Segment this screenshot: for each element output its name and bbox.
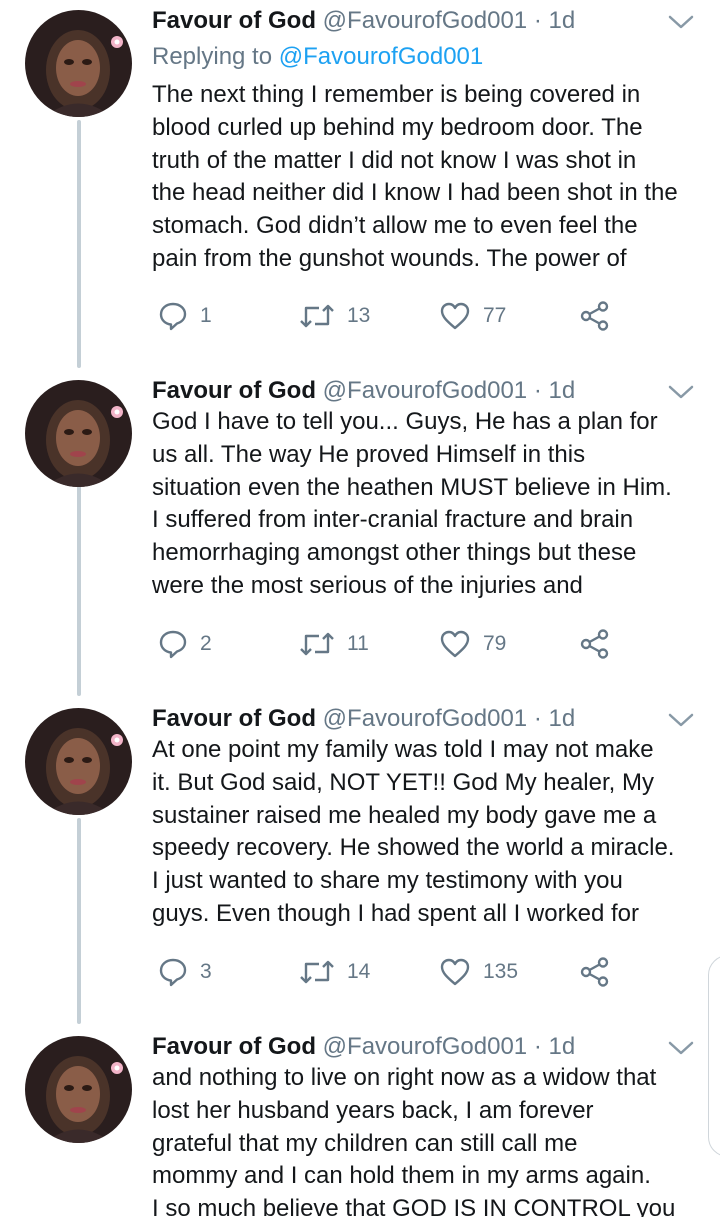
author-handle[interactable]: @FavourofGod001 xyxy=(323,377,527,404)
replying-to-link[interactable]: @FavourofGod001 xyxy=(279,43,483,70)
reply-icon xyxy=(159,630,187,659)
like-count: 135 xyxy=(483,960,519,983)
action-bar: 1 13 77 xyxy=(152,296,712,336)
retweet-count: 14 xyxy=(347,960,371,983)
side-scroll-handle[interactable] xyxy=(708,955,720,1157)
author-name[interactable]: Favour of God xyxy=(152,705,316,732)
share-icon xyxy=(580,957,609,987)
heart-icon xyxy=(440,630,470,658)
retweet-count: 13 xyxy=(347,304,371,327)
timestamp[interactable]: 1d xyxy=(549,705,576,732)
like-button[interactable]: 135 xyxy=(439,952,518,992)
reply-count: 2 xyxy=(200,632,212,655)
like-button[interactable]: 79 xyxy=(439,624,506,664)
avatar[interactable] xyxy=(25,380,132,487)
action-bar: 2 11 79 xyxy=(152,624,712,664)
retweet-button[interactable]: 14 xyxy=(299,952,370,992)
author-name[interactable]: Favour of God xyxy=(152,7,316,34)
tweet-header: Favour of God @FavourofGod001 · 1d xyxy=(152,374,575,408)
timestamp[interactable]: 1d xyxy=(549,1036,576,1060)
tweet[interactable]: Favour of God @FavourofGod001 · 1d At on… xyxy=(0,705,720,1036)
like-count: 79 xyxy=(483,632,507,655)
timestamp[interactable]: 1d xyxy=(549,7,576,34)
like-button[interactable]: 77 xyxy=(439,296,506,336)
author-handle[interactable]: @FavourofGod001 xyxy=(323,705,527,732)
avatar[interactable] xyxy=(25,708,132,815)
tweet-text: At one point my family was told I may no… xyxy=(152,736,675,927)
retweet-icon xyxy=(300,304,334,328)
tweet-text: The next thing I remember is being cover… xyxy=(152,81,678,272)
reply-button[interactable]: 3 xyxy=(158,952,212,992)
separator-dot: · xyxy=(533,7,542,34)
separator-dot: · xyxy=(533,705,542,732)
heart-icon xyxy=(440,958,470,986)
chevron-down-icon[interactable] xyxy=(666,710,696,730)
heart-icon xyxy=(440,302,470,330)
chevron-down-icon[interactable] xyxy=(666,12,696,32)
reply-icon xyxy=(159,958,187,987)
retweet-count: 11 xyxy=(347,632,369,655)
separator-dot: · xyxy=(533,1036,542,1060)
tweet[interactable]: Favour of God @FavourofGod001 · 1d God I… xyxy=(0,377,720,708)
retweet-button[interactable]: 13 xyxy=(299,296,370,336)
tweet-header: Favour of God @FavourofGod001 · 1d xyxy=(152,4,575,38)
tweet-header: Favour of God @FavourofGod001 · 1d xyxy=(152,1036,575,1064)
reply-button[interactable]: 1 xyxy=(158,296,212,336)
share-button[interactable] xyxy=(579,296,611,336)
retweet-icon xyxy=(300,960,334,984)
author-name[interactable]: Favour of God xyxy=(152,377,316,404)
tweet-header: Favour of God @FavourofGod001 · 1d xyxy=(152,702,575,736)
share-icon xyxy=(580,629,609,659)
chevron-down-icon[interactable] xyxy=(666,382,696,402)
tweet[interactable]: Favour of God @FavourofGod001 · 1d and n… xyxy=(0,1036,720,1217)
share-icon xyxy=(580,301,609,331)
reply-count: 1 xyxy=(200,304,212,327)
tweet[interactable]: Favour of God @FavourofGod001 · 1d Reply… xyxy=(0,7,720,338)
action-bar: 3 14 135 xyxy=(152,952,712,992)
replying-to-label: Replying to xyxy=(152,43,273,70)
chevron-down-icon[interactable] xyxy=(666,1038,696,1058)
author-handle[interactable]: @FavourofGod001 xyxy=(323,1036,527,1060)
author-handle[interactable]: @FavourofGod001 xyxy=(323,7,527,34)
retweet-button[interactable]: 11 xyxy=(299,624,369,664)
author-name[interactable]: Favour of God xyxy=(152,1036,316,1060)
retweet-icon xyxy=(300,632,334,656)
reply-count: 3 xyxy=(200,960,212,983)
share-button[interactable] xyxy=(579,624,611,664)
avatar[interactable] xyxy=(25,10,132,117)
share-button[interactable] xyxy=(579,952,611,992)
timestamp[interactable]: 1d xyxy=(549,377,576,404)
tweet-text: God I have to tell you... Guys, He has a… xyxy=(152,408,672,599)
like-count: 77 xyxy=(483,304,507,327)
reply-button[interactable]: 2 xyxy=(158,624,212,664)
separator-dot: · xyxy=(533,377,542,404)
tweet-text: and nothing to live on right now as a wi… xyxy=(152,1064,676,1217)
avatar[interactable] xyxy=(25,1036,132,1143)
replying-to: Replying to @FavourofGod001 xyxy=(152,40,483,74)
reply-icon xyxy=(159,302,187,331)
